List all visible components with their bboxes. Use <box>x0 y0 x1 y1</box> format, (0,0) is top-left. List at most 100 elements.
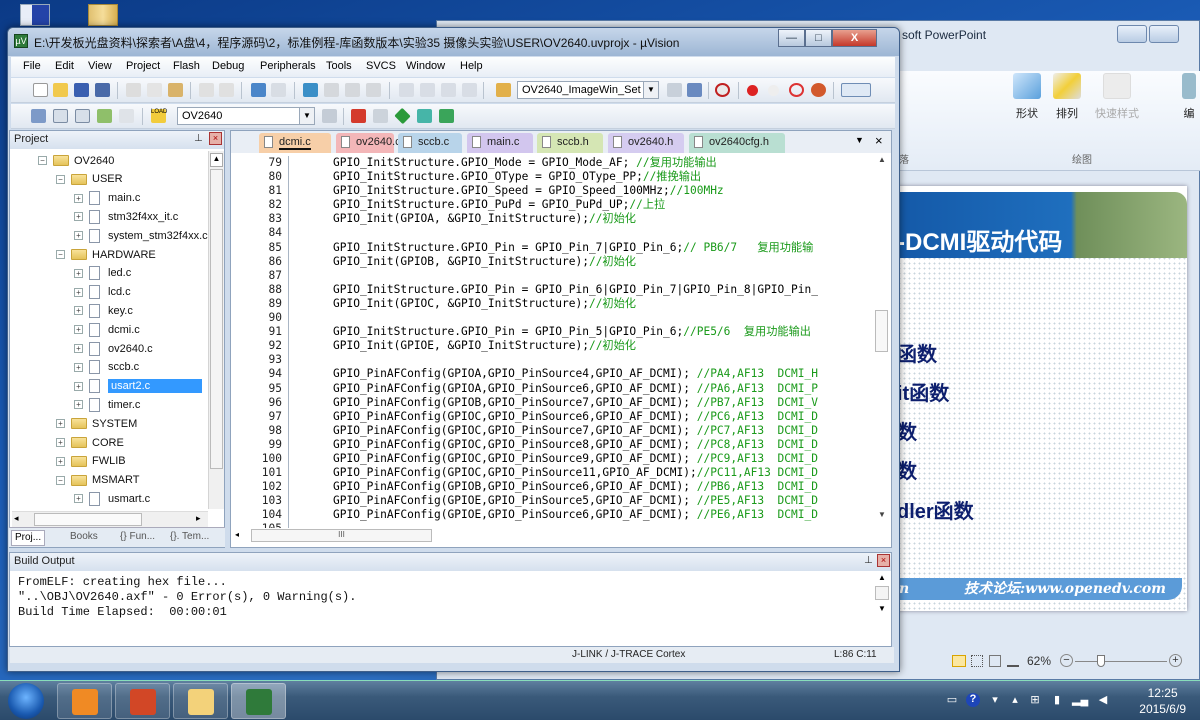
undo-icon[interactable] <box>199 83 214 97</box>
editor-tab[interactable]: dcmi.c <box>259 133 331 153</box>
code-line[interactable]: GPIO_PinAFConfig(GPIOE,GPIO_PinSource6,G… <box>333 508 818 522</box>
code-line[interactable]: GPIO_InitStructure.GPIO_Pin = GPIO_Pin_6… <box>333 283 818 297</box>
scroll-up-icon[interactable]: ▲ <box>210 153 223 167</box>
expand-icon[interactable]: + <box>74 325 83 335</box>
tab-templates[interactable]: {}. Tem... <box>167 530 212 546</box>
tree-folder-item[interactable]: − USER <box>56 170 123 189</box>
editor-tab[interactable]: main.c <box>467 133 533 153</box>
tree-folder-item[interactable]: − MSMART <box>56 471 139 490</box>
code-line[interactable]: GPIO_Init(GPIOC, &GPIO_InitStructure);//… <box>333 297 818 311</box>
tree-file-item[interactable]: + dcmi.c <box>74 320 140 339</box>
start-button[interactable] <box>8 683 44 719</box>
find-in-files-icon[interactable] <box>496 83 511 97</box>
close-button[interactable]: X <box>832 29 877 47</box>
indent-icon[interactable] <box>399 83 414 97</box>
redo-icon[interactable] <box>219 83 234 97</box>
chevron-down-icon[interactable]: ▼ <box>299 108 314 124</box>
code-line[interactable]: GPIO_InitStructure.GPIO_Speed = GPIO_Spe… <box>333 184 818 198</box>
scroll-up-icon[interactable]: ▲ <box>874 155 890 164</box>
expand-icon[interactable]: + <box>74 231 83 241</box>
taskbar-foxit-pdf[interactable] <box>57 683 112 719</box>
title-bar[interactable]: µV E:\开发板光盘资料\探索者\A盘\4，程序源码\2，标准例程-库函数版本… <box>8 28 899 56</box>
ppt-minimize-button[interactable] <box>1117 25 1147 43</box>
menu-edit[interactable]: Edit <box>55 60 74 72</box>
minimize-button[interactable]: — <box>778 29 805 47</box>
expand-icon[interactable]: + <box>74 306 83 316</box>
ppt-maximize-button[interactable] <box>1149 25 1179 43</box>
find-icon[interactable] <box>667 83 682 97</box>
keyboard-icon[interactable]: ▭ <box>945 693 959 707</box>
clock[interactable]: 12:25 2015/6/9 <box>1139 685 1186 717</box>
tree-file-item[interactable]: + led.c <box>74 264 131 283</box>
slide-sorter-icon[interactable] <box>971 655 983 667</box>
scroll-left-icon[interactable]: ◂ <box>14 513 19 524</box>
code-line[interactable]: GPIO_InitStructure.GPIO_Mode = GPIO_Mode… <box>333 156 818 170</box>
collapse-icon[interactable]: − <box>56 250 65 259</box>
tree-file-item[interactable]: + sccb.c <box>74 358 139 377</box>
code-line[interactable]: GPIO_PinAFConfig(GPIOE,GPIO_PinSource5,G… <box>333 494 818 508</box>
code-line[interactable]: GPIO_PinAFConfig(GPIOA,GPIO_PinSource4,G… <box>333 367 818 381</box>
select-packs-icon[interactable] <box>373 109 388 123</box>
bookmark-icon[interactable] <box>303 83 318 97</box>
scrollbar-thumb[interactable]: III <box>251 529 432 542</box>
code-line[interactable] <box>333 226 818 240</box>
expand-icon[interactable]: + <box>56 438 65 447</box>
chevron-down-icon[interactable]: ▼ <box>643 82 658 98</box>
zoom-slider-thumb[interactable] <box>1097 655 1105 667</box>
scrollbar-thumb[interactable] <box>210 169 223 469</box>
code-line[interactable]: GPIO_Init(GPIOB, &GPIO_InitStructure);//… <box>333 255 818 269</box>
tree-folder-item[interactable]: + FWLIB <box>56 452 126 471</box>
vertical-scrollbar[interactable]: ▲ <box>208 151 224 509</box>
editor-tab[interactable]: sccb.h <box>537 133 603 153</box>
rebuild-icon[interactable] <box>75 109 90 123</box>
cut-icon[interactable] <box>126 83 141 97</box>
taskbar-powerpoint[interactable] <box>115 683 170 719</box>
tree-file-item[interactable]: + lcd.c <box>74 283 131 302</box>
tab-functions[interactable]: {} Fun... <box>117 530 158 546</box>
zoom-in-icon[interactable]: + <box>1169 654 1182 667</box>
menu-debug[interactable]: Debug <box>212 60 244 72</box>
close-icon[interactable]: × <box>877 554 890 567</box>
help-icon[interactable]: ? <box>966 693 980 707</box>
editor-vertical-scrollbar[interactable]: ▲ ▼ <box>874 155 890 525</box>
copy-icon[interactable] <box>147 83 162 97</box>
expand-icon[interactable]: + <box>74 212 83 222</box>
find-combo[interactable]: OV2640_ImageWin_Set ▼ <box>517 81 659 99</box>
tree-folder-item[interactable]: − OV2640 <box>38 151 114 170</box>
network-switch-icon[interactable]: ▾ <box>988 693 1002 707</box>
code-line[interactable]: GPIO_InitStructure.GPIO_PuPd = GPIO_PuPd… <box>333 198 818 212</box>
scroll-left-icon[interactable]: ◂ <box>235 530 239 539</box>
tree-file-item[interactable]: + usart2.c <box>74 377 202 396</box>
tree-file-item[interactable]: + main.c <box>74 189 140 208</box>
kill-all-breakpoints-icon[interactable] <box>811 83 826 97</box>
code-line[interactable]: GPIO_PinAFConfig(GPIOC,GPIO_PinSource7,G… <box>333 424 818 438</box>
tree-file-item[interactable]: + stm32f4xx_it.c <box>74 207 178 226</box>
code-editor[interactable]: ▼ × dcmi.c ov2640.c sccb.c main.c sccb.h ov26… <box>230 130 892 548</box>
slide-canvas[interactable]: -DCMI驱动代码 函数 it函数 数 数 dler函数 n 技术论坛:www.… <box>897 186 1187 611</box>
editor-tab[interactable]: sccb.c <box>398 133 462 153</box>
expand-icon[interactable]: + <box>74 287 83 297</box>
ribbon-edit-button[interactable]: 编 <box>1179 73 1199 121</box>
tree-file-item[interactable]: + key.c <box>74 301 133 320</box>
collapse-icon[interactable]: − <box>56 174 65 184</box>
maximize-button[interactable]: □ <box>805 29 832 47</box>
taskbar-explorer[interactable] <box>173 683 228 719</box>
menu-tools[interactable]: Tools <box>326 60 352 72</box>
reading-view-icon[interactable] <box>989 655 1001 667</box>
editor-tab[interactable]: ov2640.h <box>608 133 684 153</box>
clear-bookmarks-icon[interactable] <box>366 83 381 97</box>
power-icon[interactable]: ▮ <box>1050 693 1064 707</box>
build-icon[interactable] <box>53 109 68 123</box>
tree-file-item[interactable]: + usmart.c <box>74 489 150 508</box>
expand-icon[interactable]: + <box>74 494 83 504</box>
expand-icon[interactable]: + <box>56 456 65 466</box>
navigate-forward-icon[interactable] <box>271 83 286 97</box>
code-line[interactable]: GPIO_PinAFConfig(GPIOB,GPIO_PinSource7,G… <box>333 396 818 410</box>
zoom-level[interactable]: 62% <box>1027 654 1051 668</box>
normal-view-icon[interactable] <box>952 655 966 667</box>
build-output-text[interactable]: FromELF: creating hex file... "..\OBJ\OV2… <box>18 575 356 620</box>
editor-horizontal-scrollbar[interactable]: ◂ III <box>233 528 873 544</box>
source-lines[interactable]: GPIO_InitStructure.GPIO_Mode = GPIO_Mode… <box>333 156 818 528</box>
code-line[interactable]: GPIO_PinAFConfig(GPIOC,GPIO_PinSource6,G… <box>333 410 818 424</box>
target-combo[interactable]: OV2640 ▼ <box>177 107 315 125</box>
